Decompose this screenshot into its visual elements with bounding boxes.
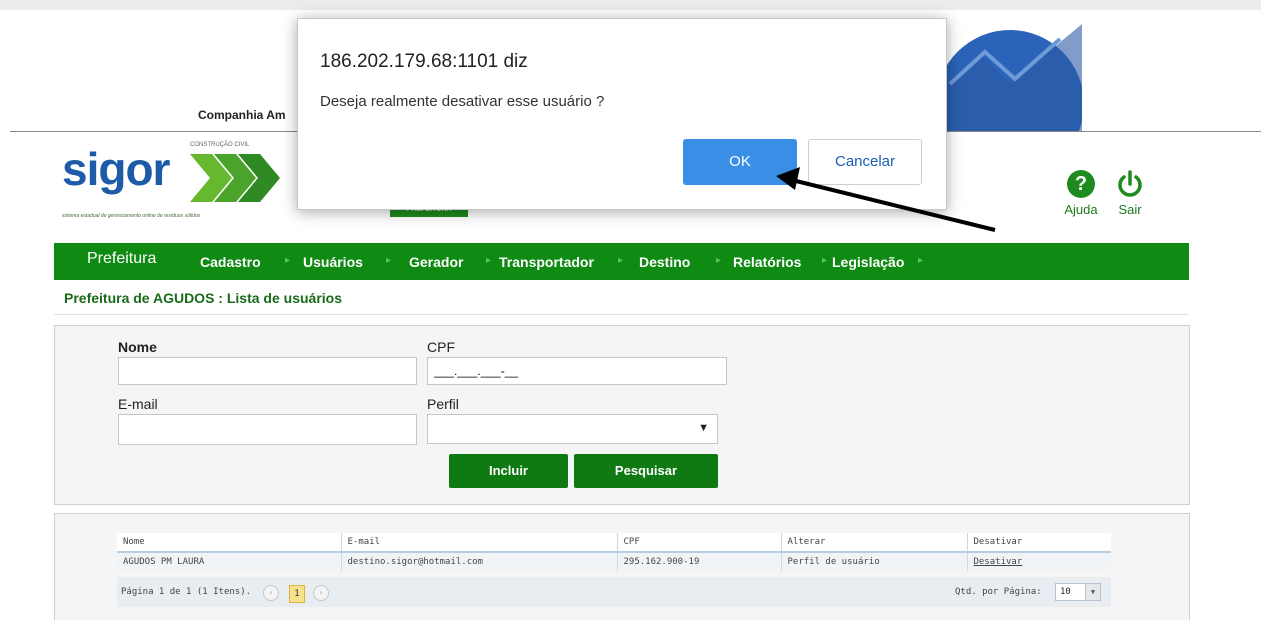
- perfil-select[interactable]: ▼: [427, 414, 718, 444]
- nav-item-usuarios[interactable]: Usuários: [303, 254, 363, 270]
- nav-item-relatorios[interactable]: Relatórios: [733, 254, 801, 270]
- confirm-dialog: 186.202.179.68:1101 diz Deseja realmente…: [297, 18, 947, 210]
- dialog-title: 186.202.179.68:1101 diz: [320, 51, 528, 72]
- nav-separator-icon: ▸: [486, 255, 492, 266]
- page-size-label: Qtd. por Página:: [955, 587, 1042, 597]
- nav-item-destino[interactable]: Destino: [639, 254, 690, 270]
- top-strip: [0, 0, 1261, 10]
- cell-alterar[interactable]: Perfil de usuário: [781, 552, 968, 571]
- page-size-select[interactable]: 10 ▼: [1055, 583, 1101, 601]
- logo-arrows-icon: [190, 154, 280, 202]
- page-size-value: 10: [1060, 587, 1071, 597]
- logout-button[interactable]: Sair: [1110, 170, 1150, 217]
- nav-separator-icon: ▸: [618, 255, 624, 266]
- nav-separator-icon: ▸: [386, 255, 392, 266]
- nav-item-gerador[interactable]: Gerador: [409, 254, 463, 270]
- nav-item-legislacao[interactable]: Legislação: [832, 254, 904, 270]
- help-button[interactable]: ? Ajuda: [1058, 170, 1104, 217]
- nav-separator-icon: ▸: [822, 255, 828, 266]
- sigor-logo: sigor: [62, 143, 170, 195]
- title-divider: [54, 314, 1189, 315]
- cell-nome: AGUDOS PM LAURA: [117, 552, 342, 571]
- next-page-icon[interactable]: ›: [313, 585, 329, 601]
- caret-down-icon: ▼: [698, 422, 709, 434]
- nav-home-prefeitura[interactable]: Prefeitura: [87, 250, 156, 268]
- logo-subtitle: sistema estadual de gerenciamento online…: [62, 213, 201, 219]
- header-banner-graphic: [940, 24, 1082, 132]
- pager-summary: Página 1 de 1 (1 Itens).: [121, 587, 252, 597]
- col-header-cpf[interactable]: CPF: [617, 533, 782, 553]
- col-header-desativar: Desativar: [967, 533, 1111, 553]
- dialog-message: Deseja realmente desativar esse usuário …: [320, 93, 605, 110]
- col-header-nome[interactable]: Nome: [117, 533, 342, 553]
- incluir-button[interactable]: Incluir: [449, 454, 568, 488]
- logo-tagline: CONSTRUÇÃO CIVIL: [190, 142, 250, 148]
- help-label: Ajuda: [1064, 202, 1098, 217]
- pesquisar-button[interactable]: Pesquisar: [574, 454, 718, 488]
- nav-item-cadastro[interactable]: Cadastro: [200, 254, 261, 270]
- power-icon: [1118, 170, 1142, 197]
- search-panel: Nome CPF E-mail Perfil ▼ Incluir Pesquis…: [54, 325, 1190, 505]
- email-input[interactable]: [118, 414, 417, 445]
- users-table: Nome E-mail CPF Alterar Desativar AGUDOS…: [117, 533, 1111, 571]
- caret-down-icon: ▼: [1085, 584, 1100, 600]
- page-title: Prefeitura de AGUDOS : Lista de usuários: [64, 290, 342, 306]
- nome-label: Nome: [118, 339, 157, 355]
- cpf-input[interactable]: [427, 357, 727, 385]
- company-name: Companhia Am: [198, 108, 286, 122]
- nav-separator-icon: ▸: [716, 255, 722, 266]
- cancel-button[interactable]: Cancelar: [808, 139, 922, 185]
- col-header-alterar: Alterar: [781, 533, 968, 553]
- current-page[interactable]: 1: [289, 585, 305, 603]
- logout-label: Sair: [1118, 202, 1142, 217]
- cell-email: destino.sigor@hotmail.com: [341, 552, 618, 571]
- question-circle-icon: ?: [1067, 170, 1095, 198]
- nav-separator-icon: ▸: [918, 255, 924, 266]
- main-navbar: Prefeitura Cadastro ▸ Usuários ▸ Gerador…: [54, 243, 1189, 280]
- nav-item-transportador[interactable]: Transportador: [499, 254, 594, 270]
- table-pager: Página 1 de 1 (1 Itens). ‹ 1 › Qtd. por …: [117, 577, 1111, 607]
- ok-button[interactable]: OK: [683, 139, 797, 185]
- nav-separator-icon: ▸: [285, 255, 291, 266]
- email-label: E-mail: [118, 396, 158, 412]
- table-header-row: Nome E-mail CPF Alterar Desativar: [117, 533, 1111, 553]
- prev-page-icon[interactable]: ‹: [263, 585, 279, 601]
- table-row: AGUDOS PM LAURA destino.sigor@hotmail.co…: [117, 552, 1111, 571]
- cell-cpf: 295.162.900-19: [617, 552, 782, 571]
- col-header-email[interactable]: E-mail: [341, 533, 618, 553]
- nome-input[interactable]: [118, 357, 417, 385]
- perfil-label: Perfil: [427, 396, 459, 412]
- cpf-label: CPF: [427, 339, 455, 355]
- desativar-link[interactable]: Desativar: [967, 552, 1111, 571]
